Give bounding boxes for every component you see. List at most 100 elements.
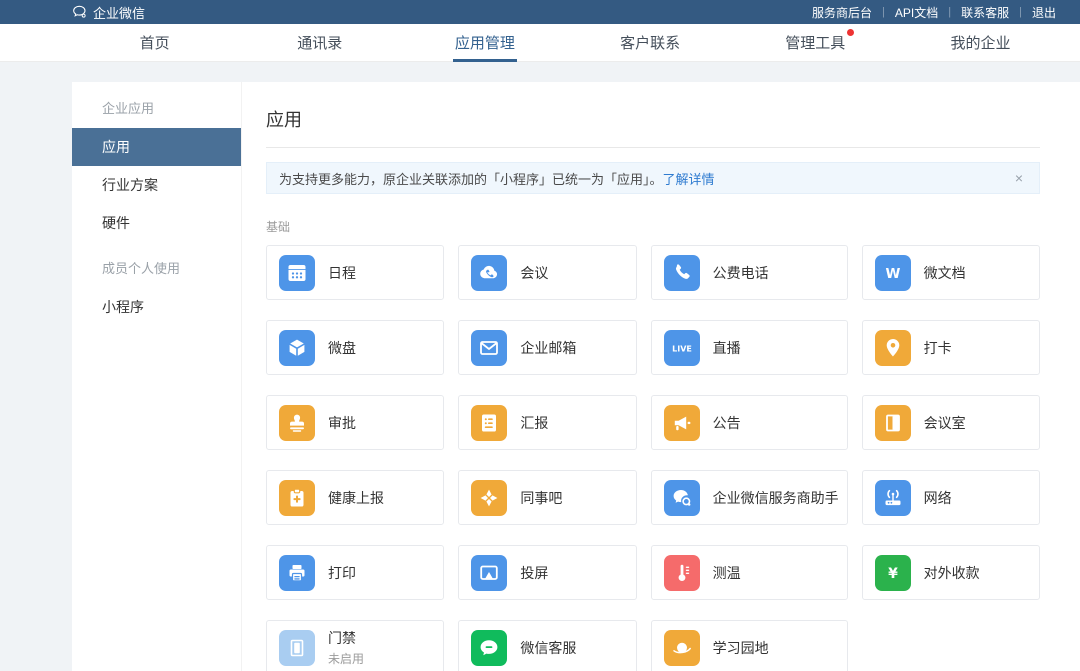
topbar-links: 服务商后台|API文档|联系客服|退出	[802, 4, 1066, 21]
topbar: 企业微信 服务商后台|API文档|联系客服|退出	[0, 0, 1080, 24]
app-card[interactable]: 同事吧	[458, 470, 636, 525]
topbar-link-4[interactable]: 退出	[1022, 4, 1066, 21]
sidebar-item[interactable]: 应用	[72, 128, 241, 166]
nav-item[interactable]: 管理工具	[733, 24, 898, 61]
live-icon: LIVE	[664, 330, 700, 366]
topbar-link-1[interactable]: 服务商后台	[802, 4, 882, 21]
sidebar-item[interactable]: 行业方案	[72, 166, 241, 204]
app-card[interactable]: 打印	[266, 545, 444, 600]
app-label: 学习园地	[713, 638, 769, 658]
sidebar-item[interactable]: 小程序	[72, 288, 241, 326]
app-card[interactable]: 日程	[266, 245, 444, 300]
app-text: 门禁未启用	[328, 628, 364, 667]
app-card[interactable]: 测温	[651, 545, 848, 600]
pin-icon	[875, 330, 911, 366]
topbar-link-2[interactable]: API文档	[885, 4, 948, 21]
page-body: 企业应用应用行业方案硬件成员个人使用小程序 应用 为支持更多能力，原企业关联添加…	[72, 82, 1080, 671]
stamp-icon	[279, 405, 315, 441]
nav-item[interactable]: 客户联系	[568, 24, 733, 61]
wdoc-icon: W	[875, 255, 911, 291]
app-label: 打印	[328, 563, 356, 583]
app-text: 企业微信服务商助手	[713, 488, 839, 508]
nav-item[interactable]: 通讯录	[237, 24, 402, 61]
app-card[interactable]: LIVE 直播	[651, 320, 848, 375]
app-card[interactable]: 汇报	[458, 395, 636, 450]
planet-icon	[664, 630, 700, 666]
notice-text: 为支持更多能力，原企业关联添加的「小程序」已统一为「应用」。	[279, 169, 663, 188]
app-card[interactable]: 会议	[458, 245, 636, 300]
app-card[interactable]: 企业微信服务商助手	[651, 470, 848, 525]
app-card[interactable]: 企业邮箱	[458, 320, 636, 375]
drive-icon	[279, 330, 315, 366]
app-card[interactable]: 打卡	[862, 320, 1040, 375]
app-text: 日程	[328, 263, 356, 283]
notice-detail-link[interactable]: 了解详情	[663, 169, 715, 188]
app-card[interactable]: W 微文档	[862, 245, 1040, 300]
app-card[interactable]: ¥ 对外收款	[862, 545, 1040, 600]
app-text: 公费电话	[713, 263, 769, 283]
app-label: 门禁	[328, 628, 364, 648]
app-text: 同事吧	[520, 488, 562, 508]
app-label: 健康上报	[328, 488, 384, 508]
yuan-icon: ¥	[875, 555, 911, 591]
printer-icon	[279, 555, 315, 591]
red-dot-badge	[847, 29, 854, 36]
app-text: 健康上报	[328, 488, 384, 508]
app-status: 未启用	[328, 650, 364, 667]
topbar-link-3[interactable]: 联系客服	[951, 4, 1019, 21]
wecom-bubble-icon	[72, 4, 88, 20]
kf-chat-icon	[471, 630, 507, 666]
apps-grid: 日程 会议 公费电话 W 微文档微盘 企业邮箱 LIVE 直播 打卡审批 汇报 公告 会议室健康上报 同…	[266, 245, 1040, 671]
app-card[interactable]: 学习园地	[651, 620, 848, 671]
pinwheel-icon	[471, 480, 507, 516]
brand: 企业微信	[72, 3, 145, 22]
app-label: 同事吧	[520, 488, 562, 508]
nav-item[interactable]: 我的企业	[898, 24, 1063, 61]
app-label: 对外收款	[924, 563, 980, 583]
app-card[interactable]: 公告	[651, 395, 848, 450]
app-card[interactable]: 公费电话	[651, 245, 848, 300]
app-card[interactable]: 微盘	[266, 320, 444, 375]
app-card[interactable]: 投屏	[458, 545, 636, 600]
app-label: 会议室	[924, 413, 966, 433]
app-card[interactable]: 健康上报	[266, 470, 444, 525]
app-label: 打卡	[924, 338, 952, 358]
nav-item-label: 我的企业	[948, 24, 1012, 61]
app-card[interactable]: 门禁未启用	[266, 620, 444, 671]
app-label: 测温	[713, 563, 741, 583]
nav-item-label: 管理工具	[783, 24, 847, 61]
sidebar-section-header: 企业应用	[72, 90, 241, 128]
app-card[interactable]: 会议室	[862, 395, 1040, 450]
app-card[interactable]: 网络	[862, 470, 1040, 525]
megaphone-icon	[664, 405, 700, 441]
nav-item[interactable]: 应用管理	[402, 24, 567, 61]
nav-item-label: 应用管理	[453, 24, 517, 62]
svg-text:LIVE: LIVE	[672, 344, 692, 353]
phone-icon	[664, 255, 700, 291]
app-text: 会议室	[924, 413, 966, 433]
app-label: 会议	[520, 263, 548, 283]
meeting-icon	[471, 255, 507, 291]
nav-item[interactable]: 首页	[72, 24, 237, 61]
app-text: 汇报	[520, 413, 548, 433]
app-text: 打卡	[924, 338, 952, 358]
app-text: 微盘	[328, 338, 356, 358]
app-label: 企业微信服务商助手	[713, 488, 839, 508]
app-text: 打印	[328, 563, 356, 583]
router-icon	[875, 480, 911, 516]
primary-nav: 首页通讯录 应用管理 客户联系 管理工具 我的企业	[0, 24, 1080, 62]
app-text: 投屏	[520, 563, 548, 583]
app-text: 企业邮箱	[520, 338, 576, 358]
app-text: 会议	[520, 263, 548, 283]
sidebar-item[interactable]: 硬件	[72, 204, 241, 242]
main-panel: 应用 为支持更多能力，原企业关联添加的「小程序」已统一为「应用」。 了解详情 ×…	[242, 82, 1080, 671]
app-card[interactable]: 微信客服	[458, 620, 636, 671]
svg-text:W: W	[885, 265, 900, 281]
app-label: 公费电话	[713, 263, 769, 283]
close-icon[interactable]: ×	[1011, 170, 1027, 186]
sidebar: 企业应用应用行业方案硬件成员个人使用小程序	[72, 82, 242, 671]
app-text: 直播	[713, 338, 741, 358]
app-card[interactable]: 审批	[266, 395, 444, 450]
mail-icon	[471, 330, 507, 366]
app-text: 微文档	[924, 263, 966, 283]
